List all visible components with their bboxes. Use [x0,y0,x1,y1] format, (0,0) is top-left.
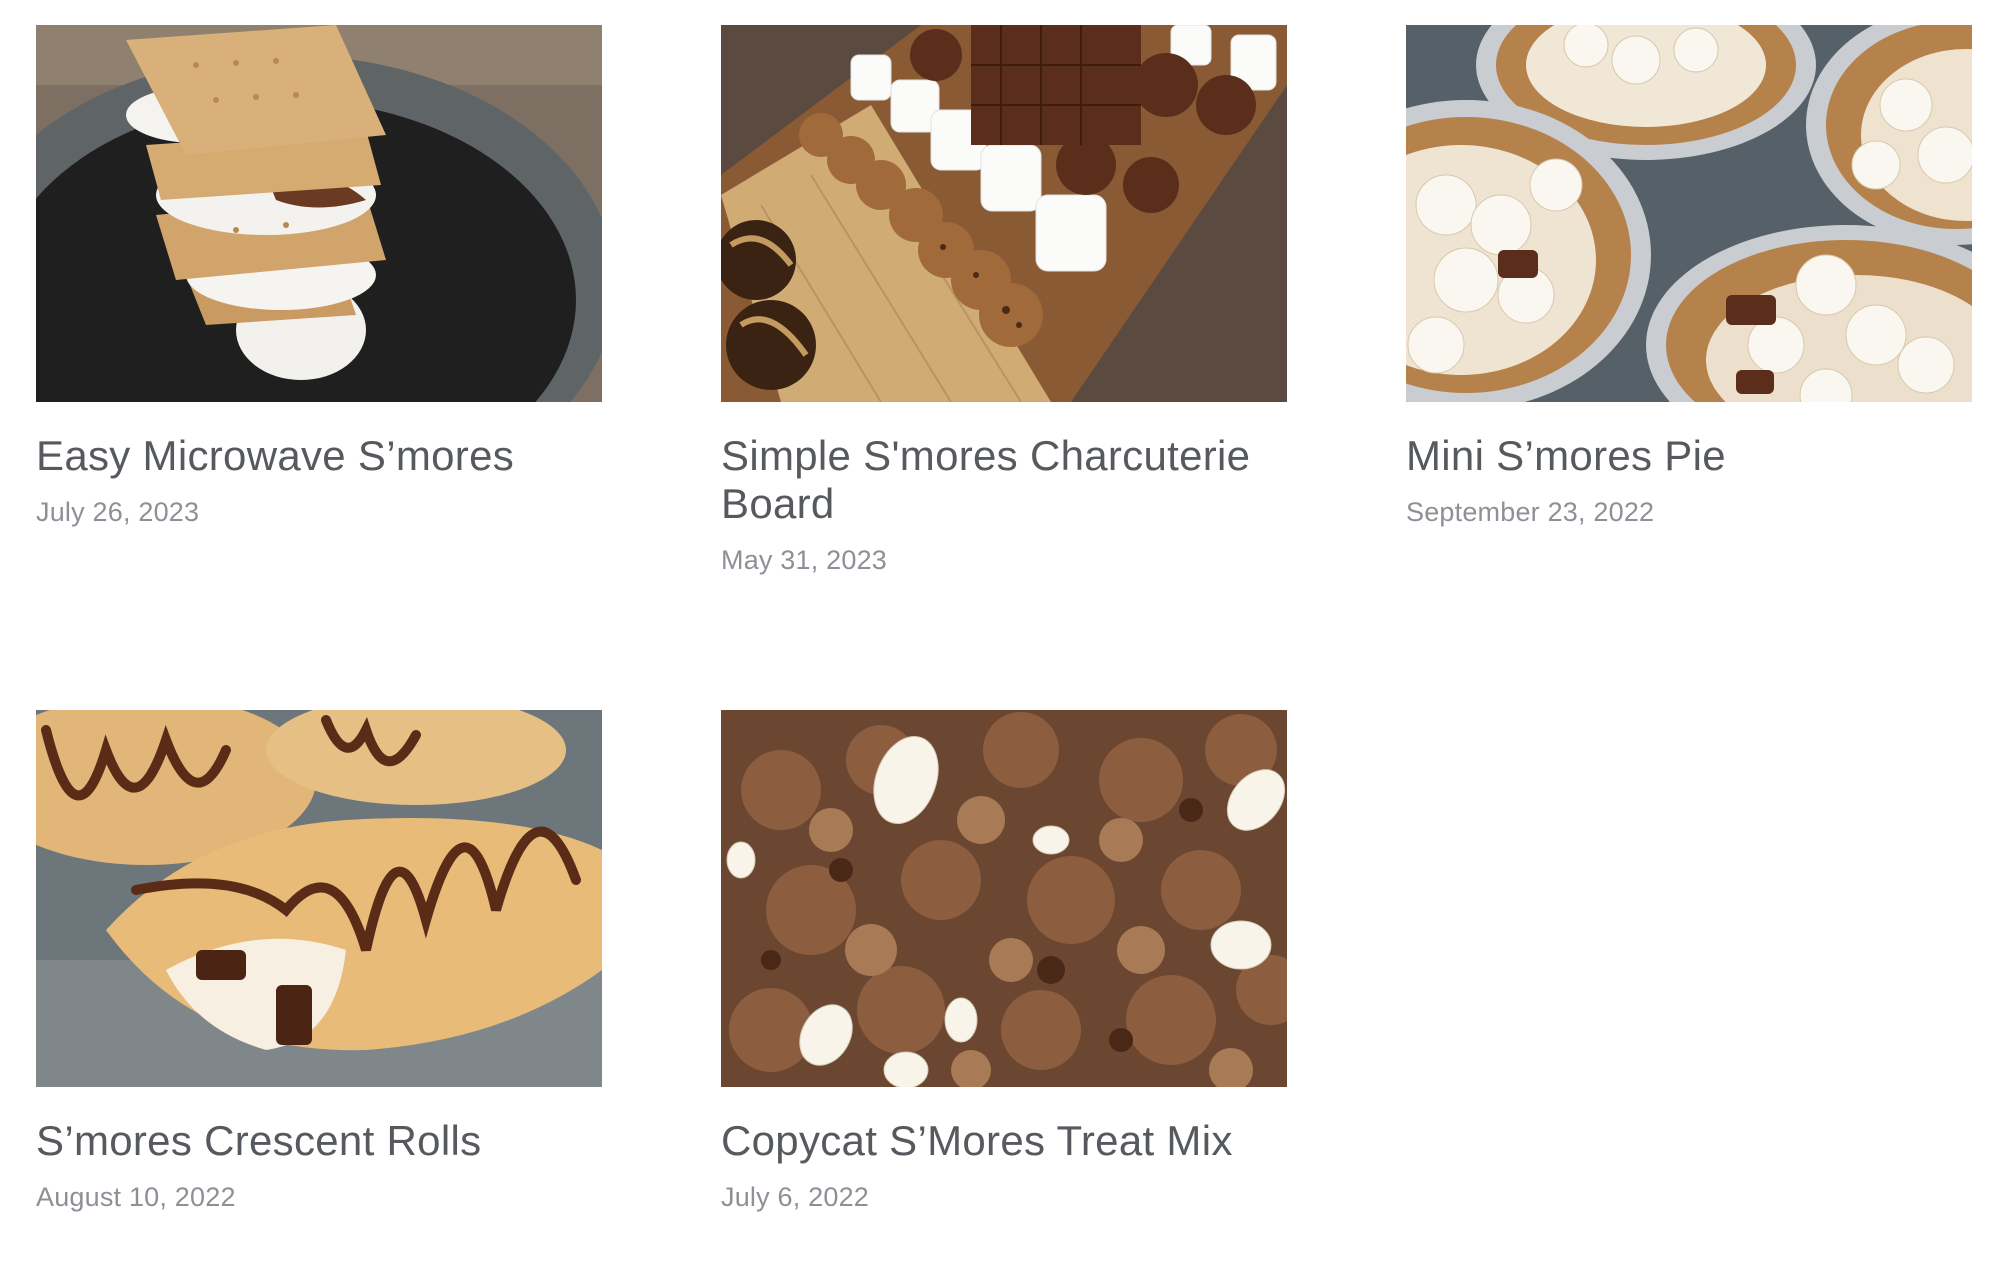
post-image-stacked-smores[interactable] [36,25,602,402]
post-card-smores-crescent-rolls[interactable]: S’mores Crescent Rolls August 10, 2022 [36,710,602,1275]
post-image-charcuterie-board[interactable] [721,25,1287,402]
treat-mix-image [721,710,1287,1087]
post-title[interactable]: Simple S'mores Charcuterie Board [721,432,1287,528]
post-card-copycat-smores-treat-mix[interactable]: Copycat S’Mores Treat Mix July 6, 2022 [721,710,1287,1275]
charcuterie-board-image [721,25,1287,402]
post-title[interactable]: Easy Microwave S’mores [36,432,602,480]
crescent-rolls-image [36,710,602,1087]
post-grid: Easy Microwave S’mores July 26, 2023 Sim… [36,25,1972,1275]
post-title[interactable]: Mini S’mores Pie [1406,432,1972,480]
post-title[interactable]: Copycat S’Mores Treat Mix [721,1117,1287,1165]
post-card-mini-smores-pie[interactable]: Mini S’mores Pie September 23, 2022 [1406,25,1972,590]
stacked-smores-image [36,25,602,402]
mini-pies-image [1406,25,1972,402]
post-date: September 23, 2022 [1406,497,1655,527]
post-date: July 6, 2022 [721,1182,869,1212]
post-date: August 10, 2022 [36,1182,236,1212]
post-image-mini-pies[interactable] [1406,25,1972,402]
post-card-smores-charcuterie-board[interactable]: Simple S'mores Charcuterie Board May 31,… [721,25,1287,590]
post-date: May 31, 2023 [721,545,888,575]
post-image-crescent-rolls[interactable] [36,710,602,1087]
post-card-easy-microwave-smores[interactable]: Easy Microwave S’mores July 26, 2023 [36,25,602,590]
post-image-treat-mix[interactable] [721,710,1287,1087]
post-date: July 26, 2023 [36,497,200,527]
post-title[interactable]: S’mores Crescent Rolls [36,1117,602,1165]
